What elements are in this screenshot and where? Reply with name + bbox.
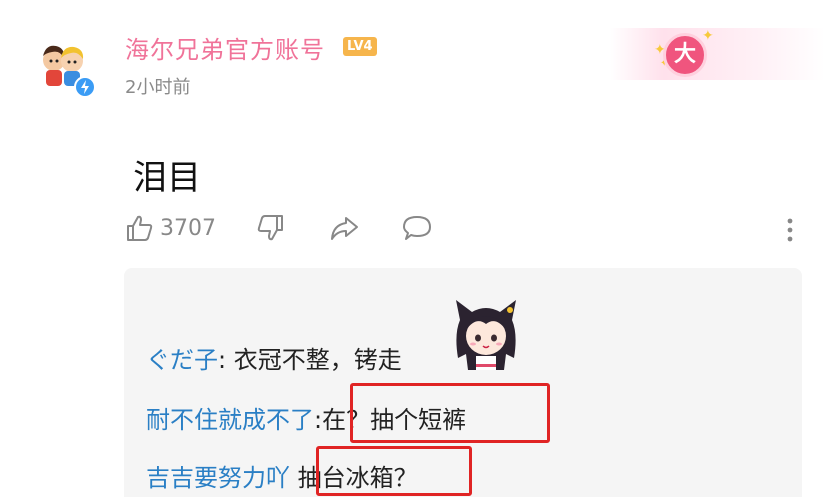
reply-item[interactable]: ぐだ子: 衣冠不整，铐走 bbox=[146, 340, 402, 375]
comment-icon bbox=[403, 216, 431, 240]
reply-author[interactable]: ぐだ子 bbox=[146, 346, 218, 374]
post-time: 2小时前 bbox=[125, 77, 191, 98]
more-button[interactable] bbox=[780, 210, 810, 246]
comment-button[interactable] bbox=[402, 210, 432, 246]
highlight-box bbox=[316, 446, 472, 496]
highlight-box bbox=[350, 383, 550, 443]
level-badge: LV4 bbox=[343, 37, 377, 56]
reply-author[interactable]: 吉吉要努力吖 bbox=[146, 464, 290, 492]
more-vertical-icon bbox=[787, 218, 793, 242]
anime-girl-sticker bbox=[456, 300, 516, 370]
action-bar: 3707 bbox=[124, 210, 804, 246]
sparkle-icon: ✦ bbox=[702, 28, 714, 44]
thumbs-down-icon bbox=[257, 215, 283, 241]
like-button[interactable]: 3707 bbox=[124, 210, 216, 246]
like-count: 3707 bbox=[160, 215, 216, 241]
post-text: 泪目 bbox=[133, 158, 201, 198]
share-button[interactable] bbox=[329, 210, 359, 246]
badge-glow bbox=[610, 28, 825, 80]
author-name[interactable]: 海尔兄弟官方账号 bbox=[125, 30, 325, 65]
reply-separator: : bbox=[218, 346, 227, 374]
reply-separator: : bbox=[314, 406, 323, 434]
thumbs-up-icon bbox=[127, 215, 153, 241]
big-badge[interactable]: 大 bbox=[663, 33, 707, 77]
reply-text: 衣冠不整，铐走 bbox=[226, 346, 402, 374]
dislike-button[interactable] bbox=[256, 210, 286, 246]
share-icon bbox=[331, 217, 358, 240]
lightning-verified-icon bbox=[74, 76, 96, 98]
reply-author[interactable]: 耐不住就成不了 bbox=[146, 406, 314, 434]
